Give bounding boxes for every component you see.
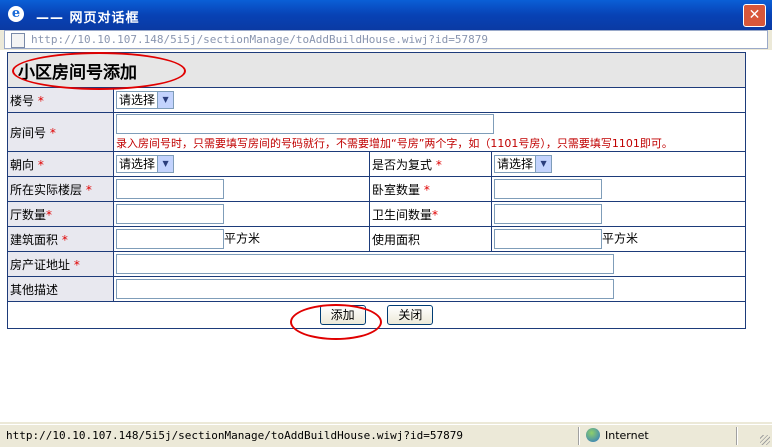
room-note: 录入房间号时，只需要填写房间的号码就行，不需要增加“号房”两个字，如（1101号… [116, 136, 673, 150]
building-select[interactable]: 请选择 ▼ [116, 91, 175, 109]
resize-grip-icon[interactable] [760, 435, 770, 445]
page-icon [11, 33, 25, 48]
duplex-select[interactable]: 请选择 ▼ [494, 155, 553, 173]
floor-label: 所在实际楼层 * [7, 176, 114, 202]
close-button[interactable]: 关闭 [387, 305, 434, 325]
hall-label: 厅数量* [7, 201, 114, 227]
globe-icon [586, 428, 600, 442]
bathroom-input[interactable] [494, 204, 602, 224]
area-unit: 平方米 [224, 231, 261, 246]
area-label: 建筑面积 * [7, 226, 114, 252]
usable-label: 使用面积 [369, 226, 492, 252]
status-zone: Internet [605, 429, 649, 442]
orientation-label: 朝向 * [7, 151, 114, 177]
desc-input[interactable] [116, 279, 614, 299]
add-button-annotation-circle [290, 304, 382, 340]
room-input[interactable] [116, 113, 494, 134]
window-title: —— 网页对话框 [36, 11, 140, 26]
dialog-content: 小区房间号添加 楼号 * 请选择 ▼ 房间号 * 录入房间号时，只需要填写房间的号… [0, 50, 772, 422]
chevron-down-icon: ▼ [157, 156, 174, 172]
chevron-down-icon: ▼ [535, 156, 552, 172]
bedroom-label: 卧室数量 * [369, 176, 492, 202]
status-url: http://10.10.107.148/5i5j/sectionManage/… [6, 429, 463, 442]
status-bar: http://10.10.107.148/5i5j/sectionManage/… [0, 424, 772, 447]
close-window-button[interactable]: ✕ [743, 4, 766, 27]
building-label: 楼号 * [7, 87, 114, 113]
heading-annotation-circle [12, 52, 186, 90]
hall-input[interactable] [116, 204, 224, 224]
address-url: http://10.10.107.148/5i5j/sectionManage/… [31, 33, 488, 46]
ie-icon: e [8, 6, 24, 22]
bedroom-input[interactable] [494, 179, 602, 199]
cert-input[interactable] [116, 254, 614, 274]
title-bar: e —— 网页对话框 ✕ [0, 0, 772, 30]
address-bar: http://10.10.107.148/5i5j/sectionManage/… [4, 30, 768, 49]
area-input[interactable] [116, 229, 224, 249]
room-label: 房间号 * [7, 112, 114, 152]
desc-label: 其他描述 [7, 276, 114, 302]
usable-unit: 平方米 [602, 231, 639, 246]
duplex-label: 是否为复式 * [369, 151, 492, 177]
bathroom-label: 卫生间数量* [369, 201, 492, 227]
chevron-down-icon: ▼ [157, 92, 174, 108]
orientation-select[interactable]: 请选择 ▼ [116, 155, 175, 173]
cert-label: 房产证地址 * [7, 251, 114, 277]
usable-input[interactable] [494, 229, 602, 249]
house-form: 小区房间号添加 楼号 * 请选择 ▼ 房间号 * 录入房间号时，只需要填写房间的号… [7, 52, 746, 329]
floor-input[interactable] [116, 179, 224, 199]
